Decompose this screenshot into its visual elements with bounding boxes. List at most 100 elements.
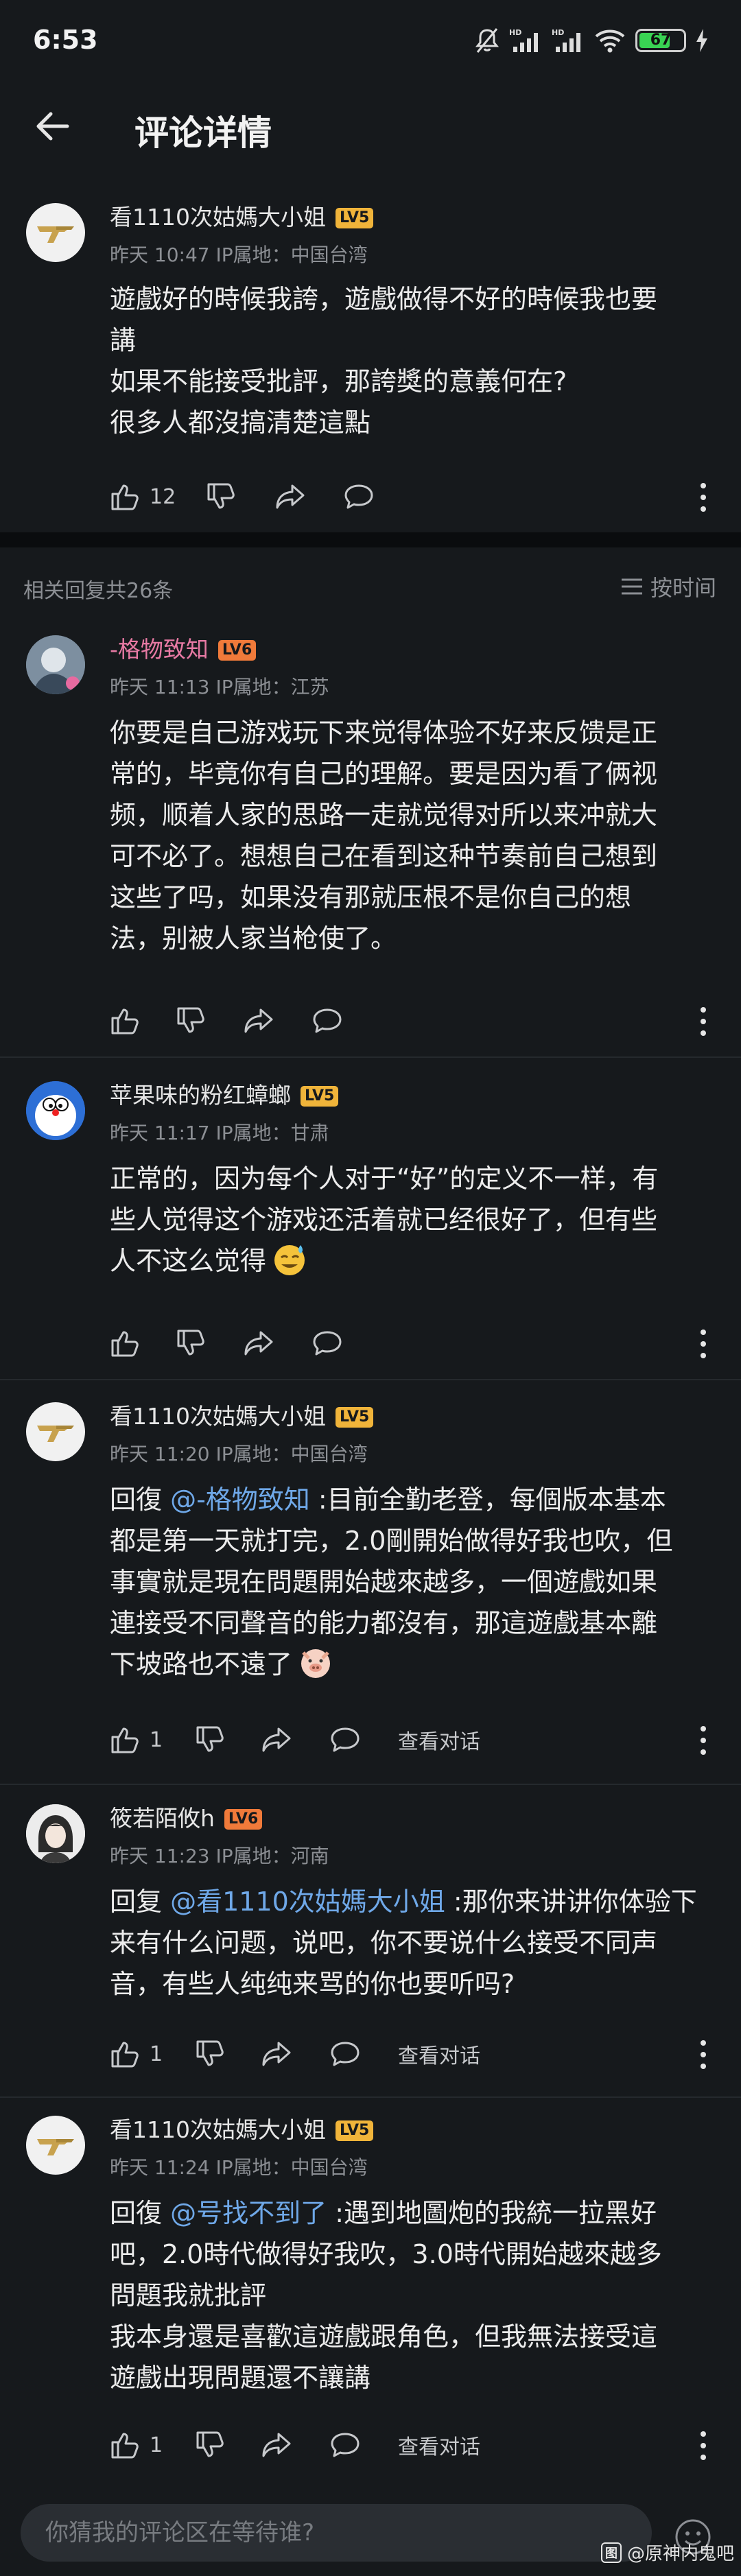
username[interactable]: 看1110次姑媽大小姐 LV5: [110, 199, 374, 232]
text-line: 我本身還是喜歡這遊戲跟角色，但我無法接受這: [110, 2321, 658, 2352]
dislike-button[interactable]: [176, 1002, 206, 1040]
mention-link[interactable]: @号找不到了: [170, 2198, 327, 2228]
comment-meta: 昨天 11:17 IP属地：甘肃: [110, 1122, 329, 1144]
avatar[interactable]: [26, 2116, 85, 2175]
team-logo-icon: [37, 1426, 74, 1442]
mention-link[interactable]: @-格物致知: [170, 1485, 310, 1515]
avatar[interactable]: [26, 203, 85, 262]
text-line: 問題我就批評: [110, 2280, 267, 2311]
like-button[interactable]: 1: [110, 2426, 163, 2464]
avatar[interactable]: [26, 1804, 85, 1863]
share-arrow-icon: [244, 1008, 273, 1033]
share-button[interactable]: [261, 1721, 292, 1759]
like-button[interactable]: 1: [110, 2035, 163, 2073]
comment-meta: 昨天 11:20 IP属地：中国台湾: [110, 1443, 368, 1465]
watermark-text: @原神内鬼吧: [626, 2544, 734, 2564]
text-line: 人不这么觉得: [110, 1240, 714, 1281]
dislike-button[interactable]: [195, 2426, 225, 2464]
username-text: 看1110次姑媽大小姐: [110, 1403, 326, 1430]
username-text: 看1110次姑媽大小姐: [110, 2116, 326, 2143]
battery-level: 67: [650, 32, 672, 49]
status-icons: HD HD 67: [475, 27, 708, 54]
text-line: 吧，2.0時代做得好我吹，3.0時代開始越來越多: [110, 2239, 662, 2269]
reply-button[interactable]: [329, 2426, 361, 2464]
like-button[interactable]: 1: [110, 1721, 163, 1759]
reply-button[interactable]: [311, 1002, 343, 1040]
dislike-button[interactable]: [176, 1324, 206, 1362]
share-button[interactable]: [243, 1002, 274, 1040]
signal-hd-label: HD: [552, 28, 564, 37]
sort-label: 按时间: [650, 575, 716, 601]
more-options-icon[interactable]: [693, 2037, 714, 2072]
share-arrow-icon: [276, 484, 305, 509]
view-dialog-button[interactable]: 查看对话: [398, 1721, 480, 1759]
dislike-button[interactable]: [195, 1721, 225, 1759]
share-button[interactable]: [243, 1324, 274, 1362]
battery-icon: 67: [635, 29, 686, 52]
thumbs-down-icon: [196, 2431, 224, 2457]
more-options-icon[interactable]: [693, 480, 714, 515]
comment-text[interactable]: 你要是自己游戏玩下来觉得体验不好来反馈是正 常的，毕竟你有自己的理解。要是因为看…: [110, 712, 714, 959]
comment-text[interactable]: 遊戲好的時候我誇，遊戲做得不好的時候我也要 講 如果不能接受批評，那誇獎的意義何…: [110, 279, 714, 443]
share-button[interactable]: [274, 477, 306, 516]
more-options-icon[interactable]: [693, 1327, 714, 1361]
more-options-icon[interactable]: [693, 1004, 714, 1039]
share-button[interactable]: [261, 2426, 292, 2464]
more-options-icon[interactable]: [693, 1723, 714, 1758]
avatar[interactable]: [26, 1081, 85, 1140]
thumbs-down-icon: [196, 1726, 224, 1752]
signal-icon: HD: [509, 28, 538, 52]
comment-bubble-icon: [313, 1331, 342, 1356]
reply-button[interactable]: [329, 2035, 361, 2073]
cartoon-cat-avatar-icon: [26, 1081, 85, 1140]
comment-text[interactable]: 回復 @-格物致知 :目前全勤老登，每個版本基本 都是第一天就打完，2.0剛開始…: [110, 1479, 714, 1685]
like-button[interactable]: [110, 1324, 140, 1362]
avatar[interactable]: [26, 635, 85, 694]
row-divider: [0, 1056, 741, 1058]
page-header: 评论详情: [0, 82, 741, 169]
mention-link[interactable]: @看1110次姑媽大小姐: [170, 1887, 445, 1917]
username[interactable]: -格物致知 LV6: [110, 631, 257, 664]
thumbs-up-icon: [111, 2042, 139, 2068]
share-arrow-icon: [262, 2042, 291, 2066]
reply-button[interactable]: [311, 1324, 343, 1362]
avatar[interactable]: [26, 1402, 85, 1461]
reply-prefix: 回復: [110, 1485, 171, 1515]
comment-input[interactable]: 你猜我的评论区在等待谁?: [21, 2504, 652, 2562]
more-options-icon[interactable]: [693, 2429, 714, 2463]
comment-text[interactable]: 正常的，因为每个人对于“好”的定义不一样，有 些人觉得这个游戏还活着就已经很好了…: [110, 1158, 714, 1281]
view-dialog-button[interactable]: 查看对话: [398, 2035, 480, 2073]
sort-button[interactable]: 按时间: [620, 571, 716, 602]
comment-bubble-icon: [313, 1008, 342, 1033]
back-arrow-icon[interactable]: [33, 107, 71, 145]
dislike-button[interactable]: [195, 2035, 225, 2073]
like-button[interactable]: 12: [110, 477, 176, 516]
comment-actions: 1 查看对话: [110, 1721, 714, 1759]
signal-hd-label: HD: [509, 28, 521, 37]
reply-button[interactable]: [343, 477, 375, 516]
text-line: 可不必了。想想自己在看到这种节奏前自己想到: [110, 841, 658, 871]
share-arrow-icon: [262, 2433, 291, 2457]
reply-prefix: 回復: [110, 2198, 171, 2228]
page-title: 评论详情: [134, 113, 272, 153]
username[interactable]: 看1110次姑媽大小姐 LV5: [110, 2112, 374, 2144]
thumbs-down-icon: [207, 483, 235, 509]
username[interactable]: 筱若陌攸h LV6: [110, 1800, 263, 1833]
username-text: 苹果味的粉红蟑螂: [110, 1082, 291, 1109]
username-text: 看1110次姑媽大小姐: [110, 204, 326, 231]
text-line: 正常的，因为每个人对于“好”的定义不一样，有: [110, 1163, 659, 1194]
view-dialog-button[interactable]: 查看对话: [398, 2426, 480, 2464]
text-line: 来有什么问题，说吧，你不要说什么接受不同声: [110, 1928, 658, 1958]
username[interactable]: 苹果味的粉红蟑螂 LV5: [110, 1077, 339, 1110]
reply-button[interactable]: [329, 1721, 361, 1759]
dislike-button[interactable]: [206, 477, 236, 516]
comment-text[interactable]: 回复 @看1110次姑媽大小姐 :那你来讲讲你体验下 来有什么问题，说吧，你不要…: [110, 1881, 714, 2005]
share-button[interactable]: [261, 2035, 292, 2073]
comment-text[interactable]: 回復 @号找不到了 :遇到地圖炮的我統一拉黑好 吧，2.0時代做得好我吹，3.0…: [110, 2193, 714, 2398]
like-button[interactable]: [110, 1002, 140, 1040]
level-badge: LV6: [224, 1809, 263, 1830]
pig-emoji-icon: [301, 1649, 331, 1678]
status-bar: 6:53 HD HD 67: [0, 0, 741, 82]
replies-count: 相关回复共26条: [23, 579, 174, 603]
username[interactable]: 看1110次姑媽大小姐 LV5: [110, 1398, 374, 1431]
